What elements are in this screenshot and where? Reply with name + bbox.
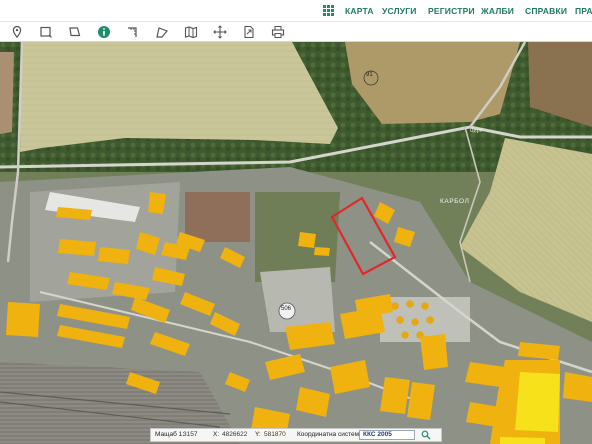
nav-item-law[interactable]: ПРА: [575, 0, 592, 22]
zoom-search-icon[interactable]: [421, 430, 431, 440]
map-layers-icon[interactable]: [184, 25, 198, 39]
paved-yard: [260, 267, 335, 332]
map-canvas: [0, 42, 592, 444]
scale-label: Мащаб 1:: [155, 431, 185, 438]
map-status-bar: Мащаб 1: 3157 X: 4826622 Y: 581870 Коорд…: [150, 428, 442, 442]
select-polygon-icon[interactable]: [68, 25, 82, 39]
info-icon[interactable]: [97, 25, 111, 39]
crs-select[interactable]: ККС 2005: [359, 430, 415, 440]
pan-icon[interactable]: [213, 25, 227, 39]
field-northwest: [20, 42, 338, 152]
x-coordinate-value: 4826622: [222, 431, 248, 438]
y-coordinate-value: 581870: [264, 431, 286, 438]
y-coordinate-label: Y:: [255, 431, 261, 438]
crs-label: Координатна система:: [297, 431, 365, 438]
apps-grid-icon[interactable]: [323, 5, 335, 17]
select-rectangle-icon[interactable]: [39, 25, 53, 39]
x-coordinate-label: X:: [213, 431, 220, 438]
location-pin-icon[interactable]: [10, 25, 24, 39]
print-icon[interactable]: [271, 25, 285, 39]
nav-item-map[interactable]: КАРТА: [345, 0, 374, 22]
bare-plot: [185, 192, 250, 242]
nav-item-registers[interactable]: РЕГИСТРИ: [428, 0, 475, 22]
parcel-number-label: 91: [366, 72, 373, 78]
parcel-number-label: 506: [281, 306, 292, 312]
map-toolbar: [0, 22, 592, 42]
nav-item-services[interactable]: УСЛУГИ: [382, 0, 417, 22]
top-navigation-bar: КАРТА УСЛУГИ РЕГИСТРИ ЖАЛБИ СПРАВКИ ПРА: [0, 0, 592, 22]
area-name-label: КАРБОЛ: [440, 198, 470, 205]
field-west-strip: [0, 52, 14, 134]
measure-area-icon[interactable]: [155, 25, 169, 39]
nav-item-references[interactable]: СПРАВКИ: [525, 0, 567, 22]
satellite-map-view[interactable]: 91 506 Черв. КАРБОЛ: [0, 42, 592, 444]
nav-item-complaints[interactable]: ЖАЛБИ: [481, 0, 514, 22]
measure-distance-icon[interactable]: [126, 25, 140, 39]
export-icon[interactable]: [242, 25, 256, 39]
scale-value: 3157: [183, 431, 198, 438]
